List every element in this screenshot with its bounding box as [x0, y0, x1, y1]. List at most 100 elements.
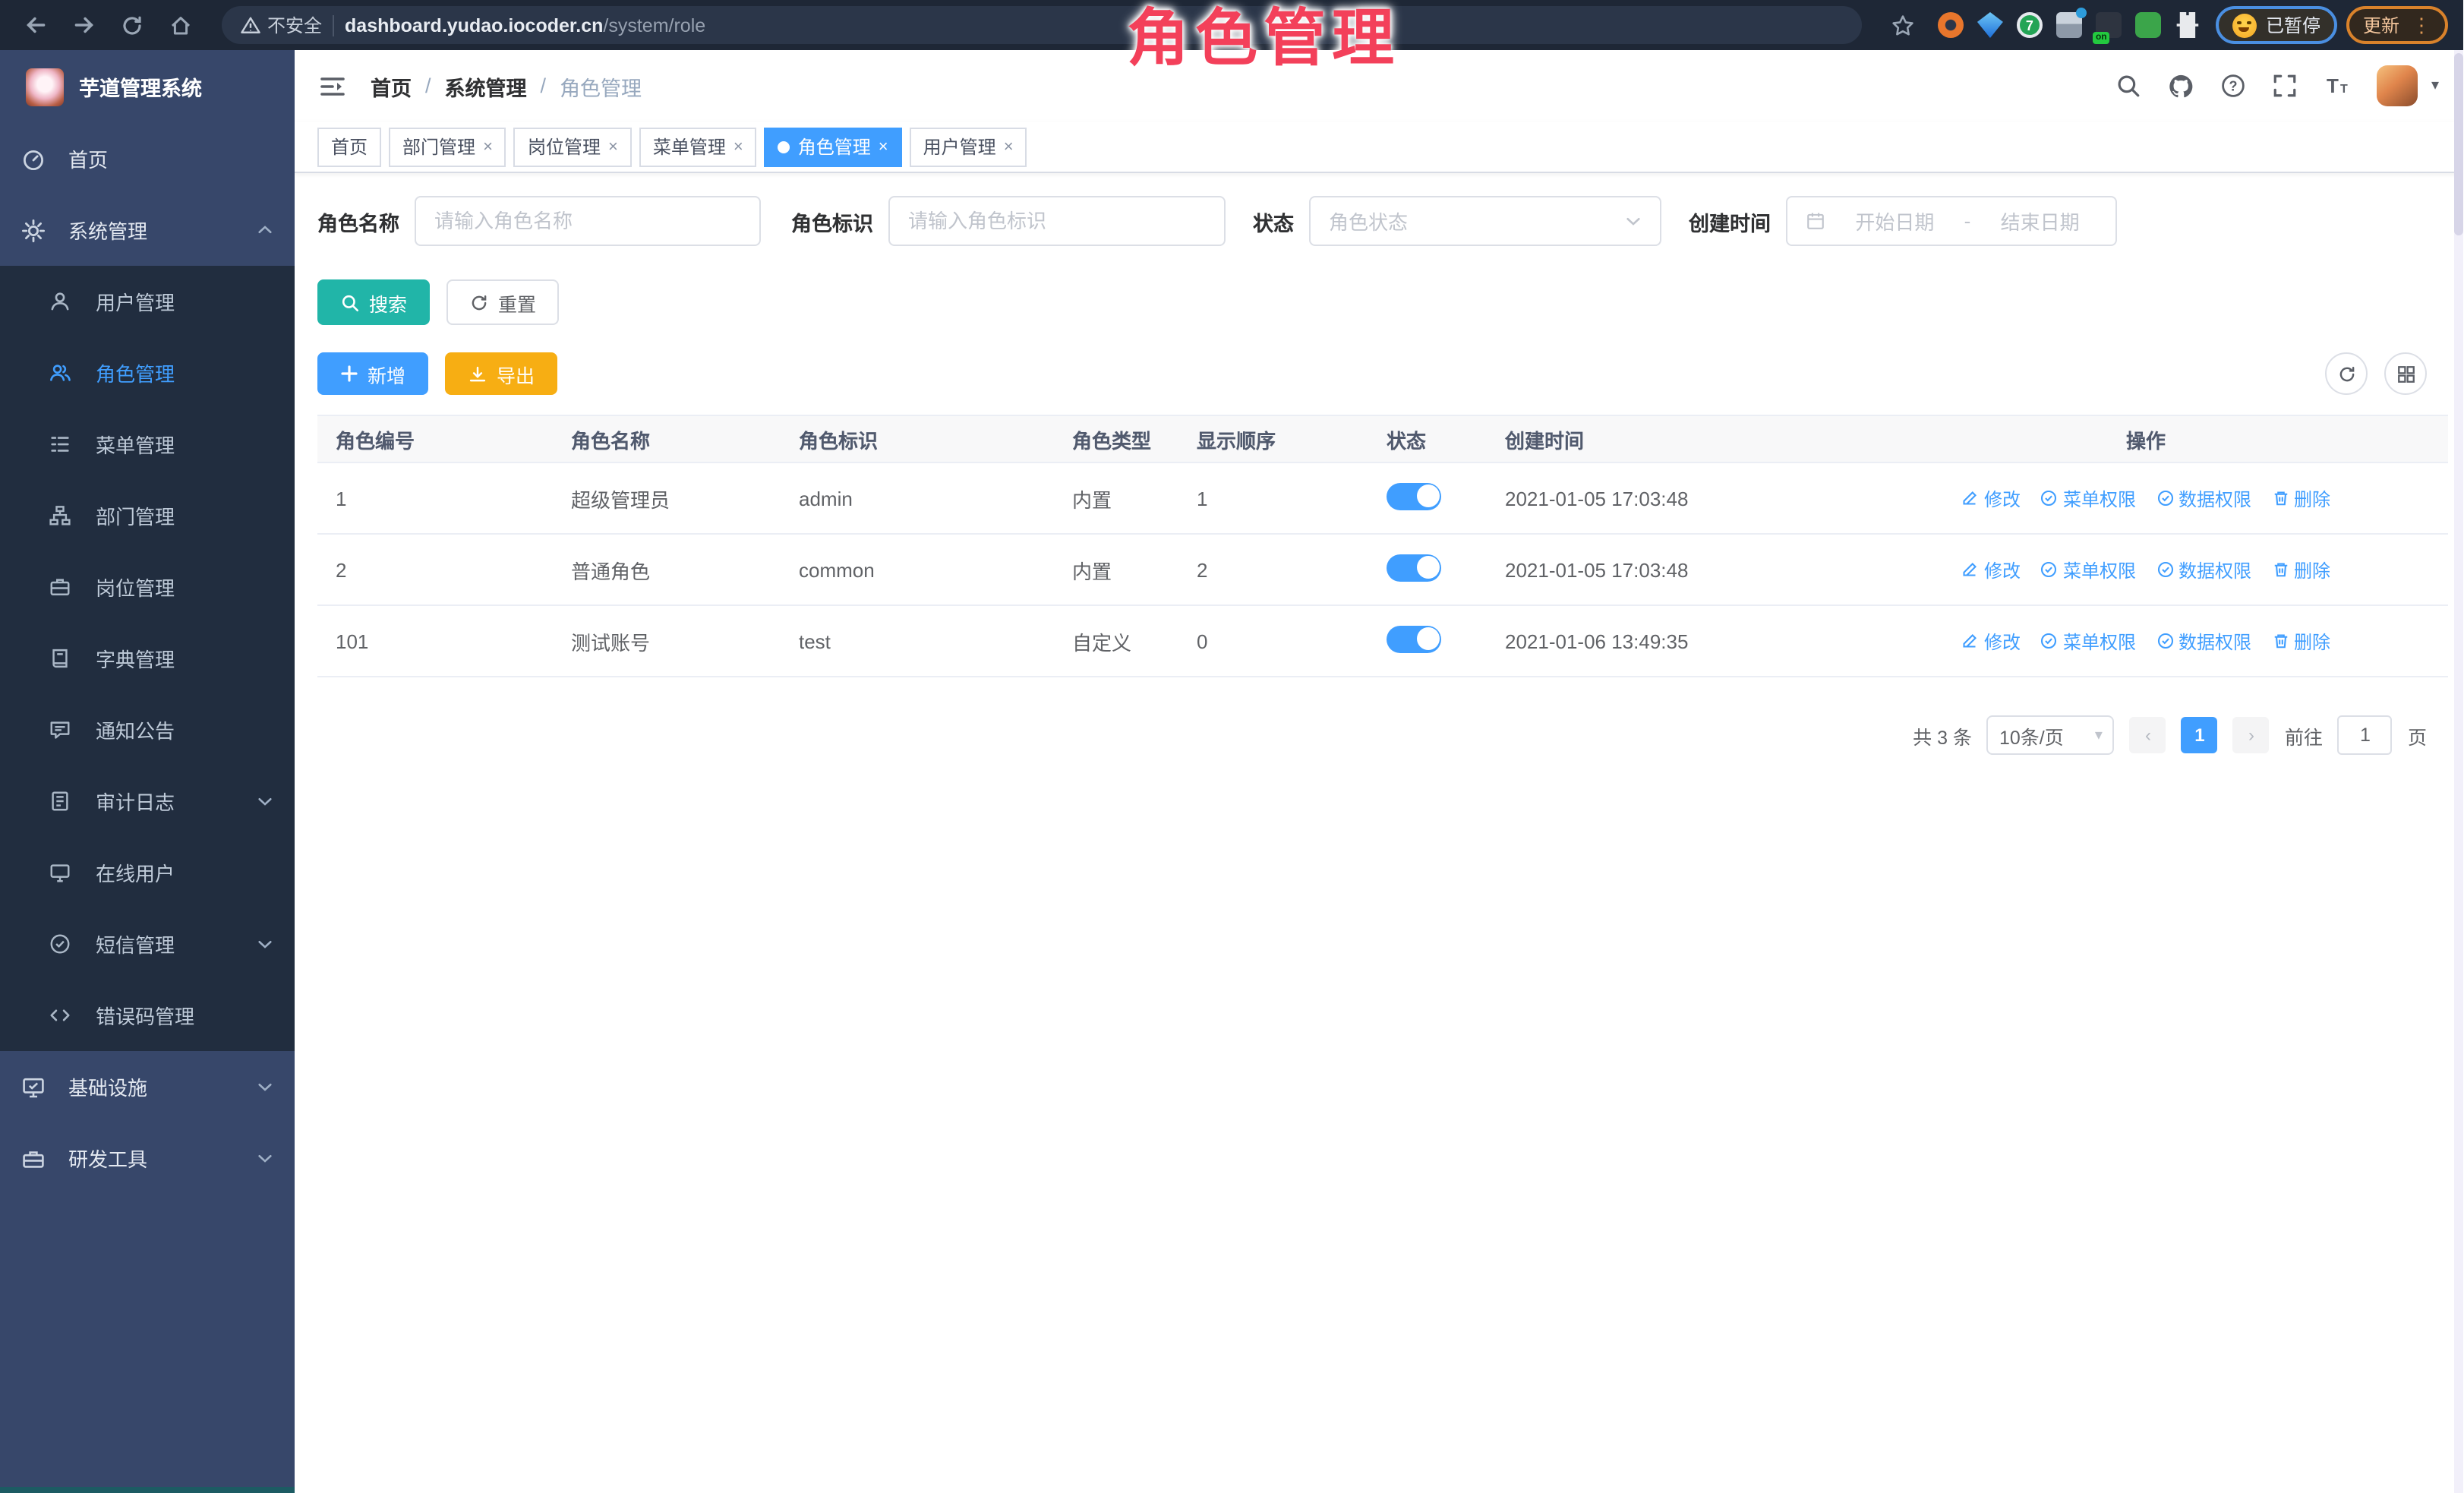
tab-user[interactable]: 用户管理×	[910, 127, 1027, 166]
menu-perm-link[interactable]: 菜单权限	[2040, 557, 2136, 582]
page-size-select[interactable]: 10条/页 ▾	[1987, 715, 2115, 755]
close-icon[interactable]: ×	[734, 137, 743, 156]
sidebar-item-infra[interactable]: 基础设施	[0, 1051, 295, 1122]
reload-icon[interactable]	[112, 5, 152, 45]
edit-link[interactable]: 修改	[1961, 485, 2021, 511]
cell-type: 内置	[1054, 484, 1178, 513]
add-button[interactable]: 新增	[317, 352, 428, 395]
edit-link[interactable]: 修改	[1961, 628, 2021, 654]
back-icon[interactable]	[15, 5, 55, 45]
sidebar-item-dict[interactable]: 字典管理	[0, 623, 295, 694]
refresh-table-button[interactable]	[2325, 352, 2368, 395]
data-perm-link[interactable]: 数据权限	[2156, 485, 2251, 511]
search-button[interactable]: 搜索	[317, 279, 430, 325]
sidebar-item-menus[interactable]: 菜单管理	[0, 409, 295, 480]
status-select[interactable]: 角色状态	[1309, 196, 1661, 246]
sidebar-item-errcode[interactable]: 错误码管理	[0, 980, 295, 1051]
message-icon	[49, 718, 73, 742]
delete-link[interactable]: 删除	[2271, 485, 2330, 511]
status-toggle[interactable]	[1387, 554, 1441, 581]
role-key-input[interactable]	[908, 210, 1206, 232]
next-page-button[interactable]: ›	[2233, 717, 2270, 753]
fullscreen-icon[interactable]	[2272, 73, 2298, 99]
app-logo-row[interactable]: 芋道管理系统	[0, 50, 295, 123]
menu-perm-link[interactable]: 菜单权限	[2040, 485, 2136, 511]
extension-robot-icon[interactable]	[2135, 12, 2161, 38]
reset-button[interactable]: 重置	[446, 279, 559, 325]
search-icon[interactable]	[2115, 73, 2141, 99]
url-path: /system/role	[603, 14, 705, 36]
page-1-button[interactable]: 1	[2182, 717, 2218, 753]
hamburger-icon[interactable]	[319, 72, 346, 99]
goto-page-input[interactable]	[2338, 715, 2393, 755]
search-button-label: 搜索	[369, 288, 407, 317]
extension-speed-icon[interactable]: 7	[2017, 12, 2043, 38]
extensions-puzzle-icon[interactable]	[2175, 12, 2201, 38]
extension-grid-icon[interactable]	[2056, 12, 2082, 38]
tab-dept[interactable]: 部门管理×	[389, 127, 506, 166]
scrollbar-thumb[interactable]	[2454, 53, 2463, 235]
address-bar[interactable]: 不安全 dashboard.yudao.iocoder.cn/system/ro…	[222, 6, 1862, 44]
sidebar-item-users[interactable]: 用户管理	[0, 266, 295, 337]
tags-view: 首页 部门管理× 岗位管理× 菜单管理× 角色管理× 用户管理×	[295, 122, 2463, 173]
edit-link[interactable]: 修改	[1961, 557, 2021, 582]
bookmark-star-icon[interactable]	[1883, 5, 1923, 45]
status-toggle[interactable]	[1387, 482, 1441, 510]
close-icon[interactable]: ×	[879, 137, 888, 156]
role-name-input[interactable]	[434, 210, 741, 232]
sidebar-item-devtools[interactable]: 研发工具	[0, 1122, 295, 1194]
sidebar-item-notice[interactable]: 通知公告	[0, 694, 295, 765]
extension-blue-gem-icon[interactable]	[1977, 12, 2003, 38]
date-range-picker[interactable]: 开始日期 - 结束日期	[1786, 196, 2117, 246]
warning-triangle-icon	[240, 14, 261, 36]
sidebar-item-system[interactable]: 系统管理	[0, 194, 295, 266]
close-icon[interactable]: ×	[608, 137, 618, 156]
recorder-paused-pill[interactable]: 已暂停	[2216, 6, 2337, 44]
chevron-down-icon	[257, 1150, 273, 1166]
chrome-update-button[interactable]: 更新 ⋮	[2346, 6, 2448, 44]
menu-perm-link[interactable]: 菜单权限	[2040, 628, 2136, 654]
status-toggle[interactable]	[1387, 625, 1441, 652]
data-perm-link[interactable]: 数据权限	[2156, 557, 2251, 582]
col-header-type: 角色类型	[1054, 425, 1178, 453]
prev-page-button[interactable]: ‹	[2130, 717, 2166, 753]
close-icon[interactable]: ×	[483, 137, 493, 156]
caret-down-icon[interactable]: ▾	[2431, 77, 2439, 94]
breadcrumb-system[interactable]: 系统管理	[445, 71, 527, 101]
tab-role[interactable]: 角色管理×	[765, 127, 902, 166]
avatar[interactable]	[2377, 65, 2418, 106]
help-icon[interactable]: ?	[2220, 73, 2246, 99]
plus-icon	[340, 365, 358, 383]
delete-link[interactable]: 删除	[2271, 557, 2330, 582]
sidebar-item-depts[interactable]: 部门管理	[0, 480, 295, 551]
tab-post[interactable]: 岗位管理×	[514, 127, 632, 166]
chevron-up-icon	[257, 222, 273, 238]
sidebar-item-posts[interactable]: 岗位管理	[0, 551, 295, 623]
github-icon[interactable]	[2167, 72, 2194, 99]
home-icon[interactable]	[161, 5, 200, 45]
sidebar-item-audit-log[interactable]: 审计日志	[0, 765, 295, 837]
forward-icon[interactable]	[64, 5, 103, 45]
extension-orange-icon[interactable]	[1938, 12, 1964, 38]
tab-menu[interactable]: 菜单管理×	[639, 127, 757, 166]
sidebar-item-home[interactable]: 首页	[0, 123, 295, 194]
extension-switch-icon[interactable]: on	[2096, 12, 2122, 38]
scrollbar[interactable]	[2454, 50, 2463, 1493]
sidebar-item-sms[interactable]: 短信管理	[0, 908, 295, 980]
sidebar-item-roles[interactable]: 角色管理	[0, 337, 295, 409]
close-icon[interactable]: ×	[1004, 137, 1014, 156]
font-size-icon[interactable]: TT	[2324, 72, 2351, 99]
svg-text:T: T	[2327, 74, 2339, 96]
breadcrumb-home[interactable]: 首页	[371, 71, 412, 101]
security-warning[interactable]: 不安全	[240, 12, 322, 38]
data-perm-link[interactable]: 数据权限	[2156, 628, 2251, 654]
delete-link[interactable]: 删除	[2271, 628, 2330, 654]
sidebar-item-online-users[interactable]: 在线用户	[0, 837, 295, 908]
sidebar-item-label: 系统管理	[68, 216, 147, 245]
column-settings-button[interactable]	[2384, 352, 2427, 395]
browser-menu-icon[interactable]: ⋮	[2412, 17, 2431, 33]
url-host: dashboard.yudao.iocoder.cn	[345, 14, 603, 36]
export-button[interactable]: 导出	[445, 352, 557, 395]
tab-home[interactable]: 首页	[317, 127, 381, 166]
emoji-avatar-icon	[2232, 13, 2257, 37]
